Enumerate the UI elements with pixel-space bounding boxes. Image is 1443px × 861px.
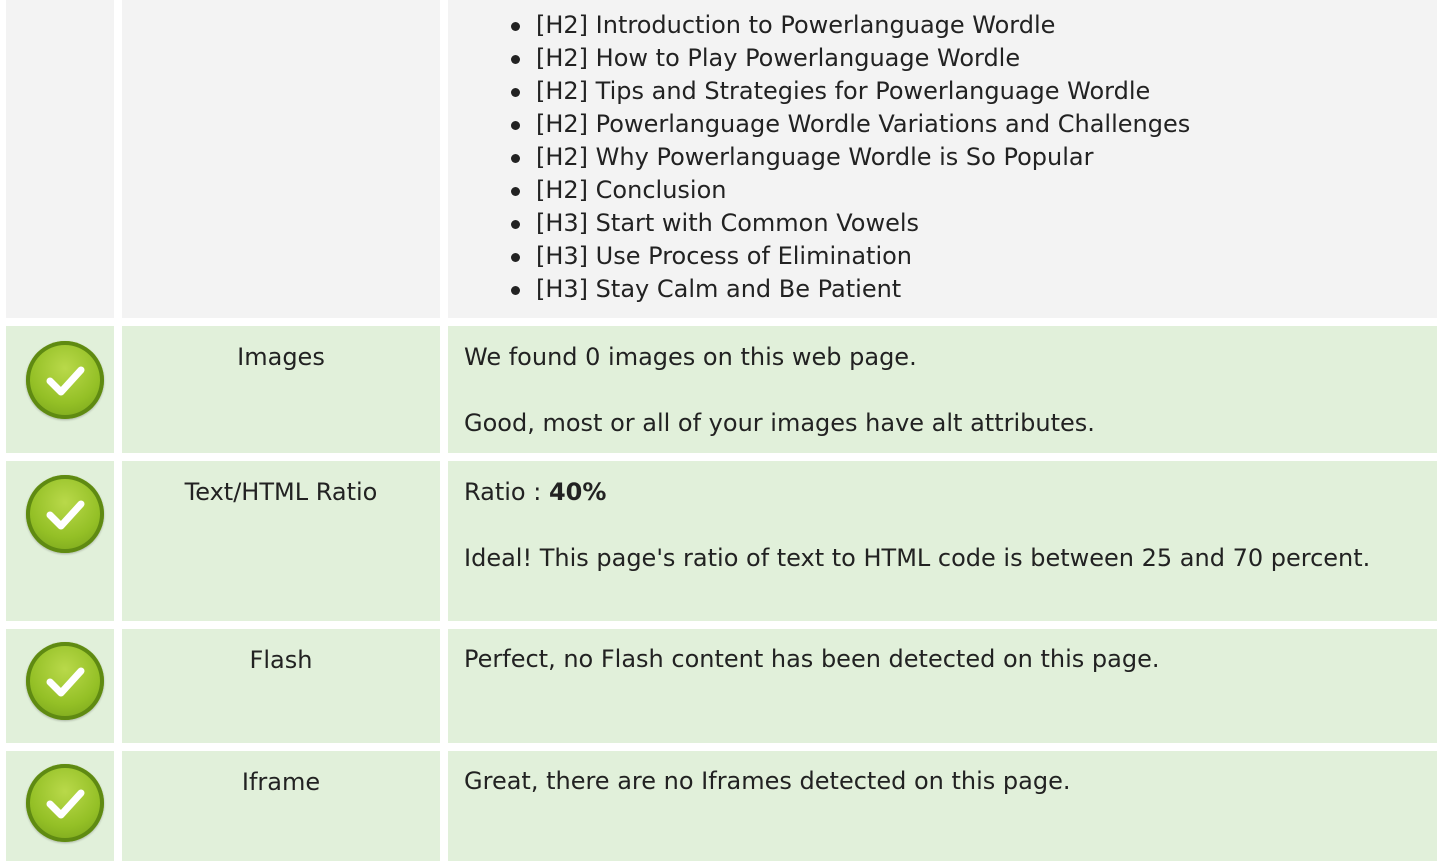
headings-status-cell [6, 0, 114, 318]
check-circle-icon [26, 341, 104, 419]
check-circle-icon [26, 764, 104, 842]
text-html-ratio-row: Text/HTML Ratio Ratio : 40% Ideal! This … [0, 461, 1443, 621]
ratio-value: 40% [548, 478, 607, 506]
flash-status-cell [6, 629, 114, 743]
images-alt-text: Good, most or all of your images have al… [464, 409, 1095, 437]
images-status-cell [6, 326, 114, 453]
images-content-cell: We found 0 images on this web page. Good… [448, 326, 1437, 453]
iframe-label-cell: Iframe [122, 751, 440, 861]
iframe-status-cell [6, 751, 114, 861]
headings-content-cell: [H2] Introduction to Powerlanguage Wordl… [448, 0, 1437, 318]
images-row: Images We found 0 images on this web pag… [0, 326, 1443, 453]
heading-item: [H2] Conclusion [511, 174, 1437, 207]
heading-item: [H3] Stay Calm and Be Patient [511, 273, 1437, 306]
images-label: Images [237, 343, 325, 371]
ratio-description: Ratio : 40% Ideal! This page's ratio of … [464, 476, 1397, 575]
flash-label-cell: Flash [122, 629, 440, 743]
heading-item: [H3] Use Process of Elimination [511, 240, 1437, 273]
iframe-content-cell: Great, there are no Iframes detected on … [448, 751, 1437, 861]
iframe-result-text: Great, there are no Iframes detected on … [464, 767, 1071, 795]
images-description: We found 0 images on this web page. Good… [464, 341, 1397, 440]
ratio-value-line: Ratio : 40% [464, 476, 1397, 509]
flash-row: Flash Perfect, no Flash content has been… [0, 629, 1443, 743]
iframe-row: Iframe Great, there are no Iframes detec… [0, 751, 1443, 861]
headings-list: [H2] Introduction to Powerlanguage Wordl… [448, 0, 1437, 306]
ratio-content-cell: Ratio : 40% Ideal! This page's ratio of … [448, 461, 1437, 621]
check-circle-icon [26, 642, 104, 720]
flash-result-text: Perfect, no Flash content has been detec… [464, 645, 1160, 673]
heading-item: [H2] How to Play Powerlanguage Wordle [511, 42, 1437, 75]
images-count-text: We found 0 images on this web page. [464, 343, 917, 371]
seo-report: [H2] Introduction to Powerlanguage Wordl… [0, 0, 1443, 861]
headings-row: [H2] Introduction to Powerlanguage Wordl… [0, 0, 1443, 318]
iframe-description: Great, there are no Iframes detected on … [464, 765, 1397, 798]
ratio-status-cell [6, 461, 114, 621]
heading-item: [H3] Start with Common Vowels [511, 207, 1437, 240]
flash-label: Flash [249, 646, 313, 674]
iframe-label: Iframe [241, 768, 321, 796]
ratio-verdict-text: Ideal! This page's ratio of text to HTML… [464, 544, 1371, 572]
heading-item: [H2] Introduction to Powerlanguage Wordl… [511, 9, 1437, 42]
heading-item: [H2] Tips and Strategies for Powerlangua… [511, 75, 1437, 108]
check-circle-icon [26, 475, 104, 553]
ratio-label-cell: Text/HTML Ratio [122, 461, 440, 621]
heading-item: [H2] Powerlanguage Wordle Variations and… [511, 108, 1437, 141]
headings-label-cell [122, 0, 440, 318]
flash-description: Perfect, no Flash content has been detec… [464, 643, 1397, 676]
heading-item: [H2] Why Powerlanguage Wordle is So Popu… [511, 141, 1437, 174]
ratio-prefix: Ratio : [464, 478, 549, 506]
ratio-label: Text/HTML Ratio [184, 478, 378, 506]
flash-content-cell: Perfect, no Flash content has been detec… [448, 629, 1437, 743]
images-label-cell: Images [122, 326, 440, 453]
